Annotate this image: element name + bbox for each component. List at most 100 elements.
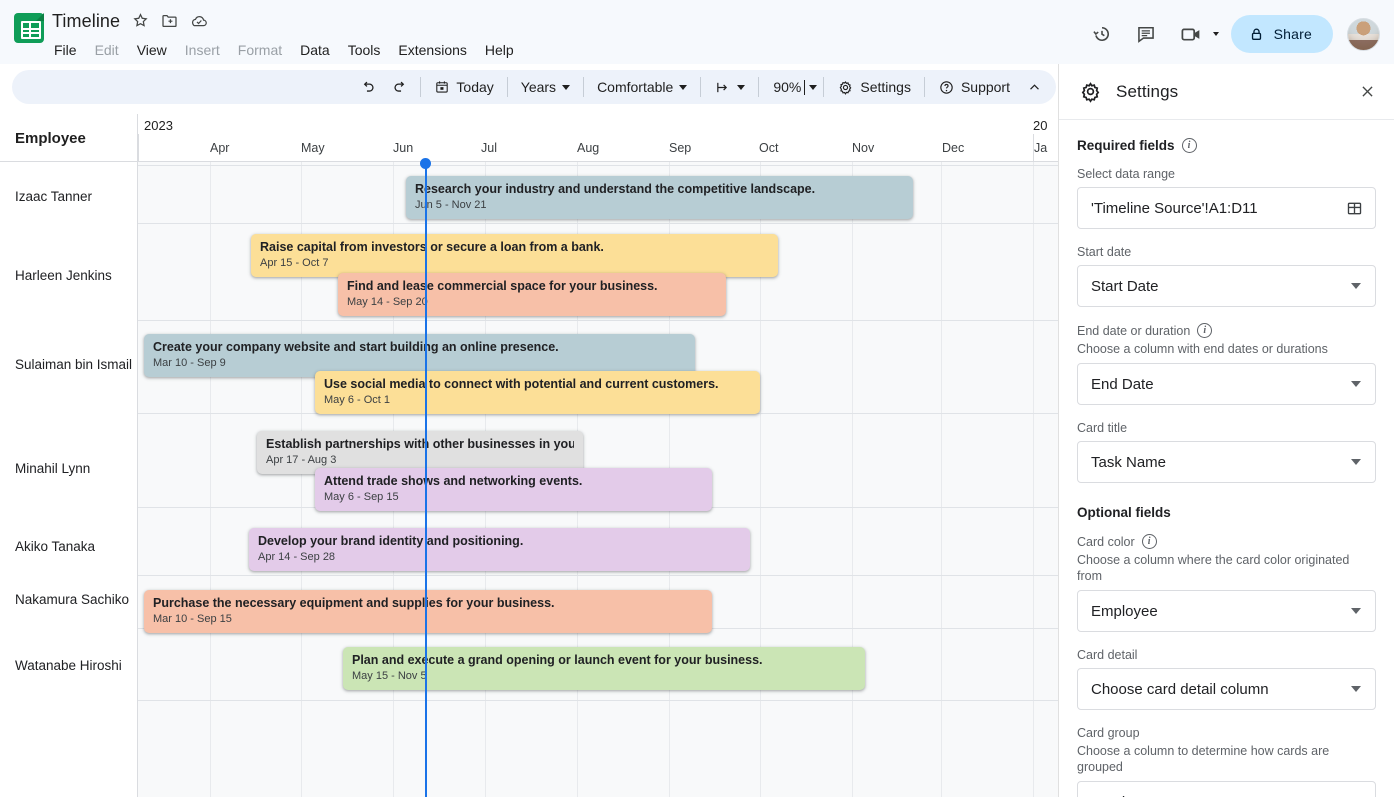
menu-view[interactable]: View bbox=[136, 40, 168, 60]
chevron-down-icon[interactable] bbox=[809, 84, 818, 90]
help-icon bbox=[938, 79, 955, 96]
menu-edit[interactable]: Edit bbox=[94, 40, 120, 60]
comment-icon[interactable] bbox=[1127, 15, 1165, 53]
zoom-control[interactable]: 90% bbox=[763, 73, 819, 101]
close-icon[interactable] bbox=[1358, 82, 1378, 102]
meet-camera-button[interactable] bbox=[1171, 15, 1221, 53]
employee-name: Izaac Tanner bbox=[15, 189, 93, 204]
menu-extensions[interactable]: Extensions bbox=[397, 40, 467, 60]
row-divider bbox=[0, 223, 1058, 224]
start-date-select[interactable]: Start Date bbox=[1077, 265, 1376, 307]
row-divider bbox=[0, 165, 1058, 166]
timeline-card[interactable]: Raise capital from investors or secure a… bbox=[251, 234, 778, 277]
redo-button[interactable] bbox=[384, 73, 416, 101]
month-label: Apr bbox=[210, 141, 230, 155]
card-date-range: Mar 10 - Sep 9 bbox=[153, 357, 226, 369]
menu-tools[interactable]: Tools bbox=[347, 40, 382, 60]
toolbar-separator bbox=[823, 77, 825, 97]
star-icon[interactable] bbox=[131, 11, 151, 31]
page-title[interactable]: Timeline bbox=[52, 9, 122, 33]
today-marker-line bbox=[425, 163, 427, 797]
google-sheets-timeline-app: Timeline File Edit View Insert Format Da… bbox=[0, 0, 1394, 797]
timeline-card[interactable]: Attend trade shows and networking events… bbox=[315, 468, 712, 511]
fit-width-dropdown[interactable] bbox=[705, 73, 754, 101]
card-title-select[interactable]: Task Name bbox=[1077, 441, 1376, 483]
timeline-card[interactable]: Plan and execute a grand opening or laun… bbox=[343, 647, 865, 690]
row-divider bbox=[0, 700, 1058, 701]
card-title: Plan and execute a grand opening or laun… bbox=[352, 653, 763, 667]
info-icon[interactable]: i bbox=[1141, 534, 1157, 549]
avatar[interactable] bbox=[1347, 17, 1380, 51]
today-marker-dot[interactable] bbox=[420, 158, 431, 169]
menu-data[interactable]: Data bbox=[299, 40, 331, 60]
today-label: Today bbox=[456, 79, 494, 95]
timeline-card[interactable]: Develop your brand identity and position… bbox=[249, 528, 750, 571]
axis-divider bbox=[138, 134, 139, 162]
sheets-logo-icon[interactable] bbox=[14, 13, 44, 43]
version-history-icon[interactable] bbox=[1083, 15, 1121, 53]
move-to-folder-icon[interactable] bbox=[160, 11, 180, 31]
card-group-value: Employee bbox=[1091, 794, 1351, 797]
menu-insert[interactable]: Insert bbox=[184, 40, 221, 60]
undo-button[interactable] bbox=[352, 73, 384, 101]
card-date-range: Apr 17 - Aug 3 bbox=[266, 454, 337, 466]
cloud-saved-icon[interactable] bbox=[189, 11, 209, 31]
employee-name: Harleen Jenkins bbox=[15, 268, 112, 283]
menu-format[interactable]: Format bbox=[237, 40, 283, 60]
grid-line bbox=[210, 162, 211, 797]
fit-to-width-icon bbox=[714, 79, 731, 96]
card-title: Use social media to connect with potenti… bbox=[324, 377, 719, 391]
gear-icon bbox=[837, 79, 854, 96]
timeline-toolbar: Today Years Comfortable 90% Settings Sup… bbox=[12, 70, 1056, 104]
today-button[interactable]: Today bbox=[425, 73, 502, 101]
gear-icon bbox=[1079, 80, 1102, 103]
range-dropdown[interactable]: Years bbox=[512, 73, 579, 101]
row-divider bbox=[0, 320, 1058, 321]
toolbar-separator bbox=[420, 77, 422, 97]
year-label: 20 bbox=[1033, 118, 1048, 133]
grid-picker-icon[interactable] bbox=[1345, 199, 1364, 218]
end-date-label: End date or duration i bbox=[1077, 323, 1376, 338]
meet-camera-icon[interactable] bbox=[1173, 15, 1211, 53]
card-date-range: May 14 - Sep 20 bbox=[347, 296, 428, 308]
settings-panel-header: Settings bbox=[1059, 64, 1394, 120]
zoom-input[interactable]: 90% bbox=[773, 79, 806, 95]
year-label: 2023 bbox=[144, 118, 173, 133]
card-color-select[interactable]: Employee bbox=[1077, 590, 1376, 632]
card-date-range: Mar 10 - Sep 15 bbox=[153, 613, 232, 625]
card-title-value: Task Name bbox=[1091, 453, 1167, 471]
card-group-select[interactable]: Employee bbox=[1077, 781, 1376, 797]
timeline-card[interactable]: Find and lease commercial space for your… bbox=[338, 273, 726, 316]
support-button[interactable]: Support bbox=[929, 73, 1019, 101]
collapse-toolbar-button[interactable] bbox=[1019, 73, 1050, 101]
timeline-card[interactable]: Use social media to connect with potenti… bbox=[315, 371, 760, 414]
settings-panel: Settings Required fields i Select data r… bbox=[1058, 64, 1394, 797]
menu-bar: File Edit View Insert Format Data Tools … bbox=[52, 40, 515, 60]
menu-help[interactable]: Help bbox=[484, 40, 515, 60]
density-dropdown[interactable]: Comfortable bbox=[588, 73, 696, 101]
month-label: Ja bbox=[1034, 141, 1048, 155]
month-label: Jul bbox=[481, 141, 497, 155]
card-title: Find and lease commercial space for your… bbox=[347, 279, 658, 293]
share-button[interactable]: Share bbox=[1230, 15, 1333, 53]
chevron-down-icon bbox=[562, 84, 571, 90]
timeline-card[interactable]: Research your industry and understand th… bbox=[406, 176, 913, 219]
month-label: Nov bbox=[852, 141, 875, 155]
end-date-value: End Date bbox=[1091, 375, 1154, 393]
lock-icon bbox=[1248, 26, 1265, 43]
end-date-select[interactable]: End Date bbox=[1077, 363, 1376, 405]
info-icon[interactable]: i bbox=[1197, 323, 1213, 338]
timeline-card[interactable]: Purchase the necessary equipment and sup… bbox=[144, 590, 712, 633]
card-title: Research your industry and understand th… bbox=[415, 182, 816, 196]
support-label: Support bbox=[960, 79, 1010, 95]
info-icon[interactable]: i bbox=[1181, 138, 1197, 153]
data-range-input[interactable]: 'Timeline Source'!A1:D11 bbox=[1077, 187, 1376, 229]
card-detail-value: Choose card detail column bbox=[1091, 680, 1269, 698]
settings-button[interactable]: Settings bbox=[828, 73, 920, 101]
menu-file[interactable]: File bbox=[53, 40, 78, 60]
card-color-value: Employee bbox=[1091, 602, 1158, 620]
optional-fields-section: Optional fields bbox=[1077, 505, 1171, 520]
chevron-down-icon[interactable] bbox=[1212, 32, 1219, 36]
card-title: Purchase the necessary equipment and sup… bbox=[153, 596, 555, 610]
card-detail-select[interactable]: Choose card detail column bbox=[1077, 668, 1376, 710]
